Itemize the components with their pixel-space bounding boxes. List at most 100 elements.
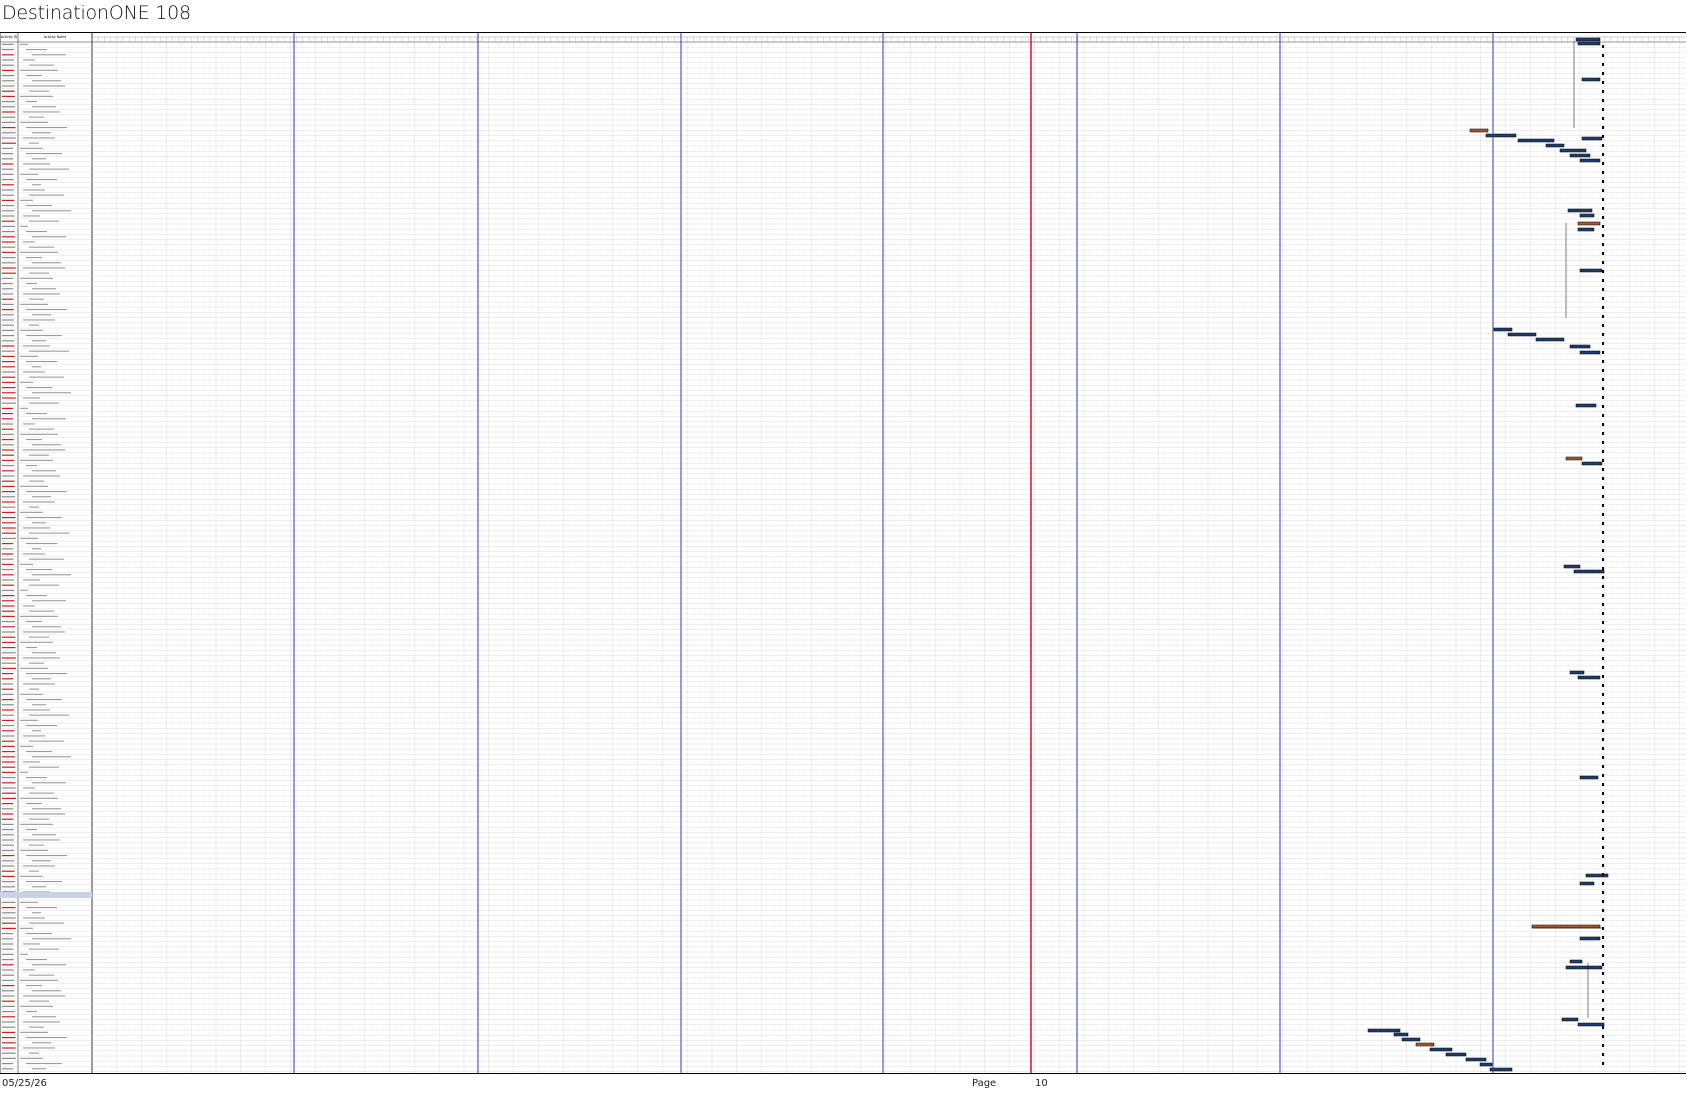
activity-id-cell xyxy=(2,480,15,482)
activity-name-cell xyxy=(26,543,57,545)
activity-name-cell xyxy=(23,839,60,841)
activity-name-cell xyxy=(20,173,38,175)
activity-id-cell xyxy=(2,418,14,420)
page-title: DestinationONE 108 xyxy=(2,2,191,24)
activity-id-cell xyxy=(2,90,15,92)
activity-id-cell xyxy=(2,392,16,394)
activity-name-cell xyxy=(26,777,47,779)
activity-id-cell xyxy=(2,1052,16,1054)
activity-id-cell xyxy=(2,225,15,227)
activity-id-cell xyxy=(2,85,15,87)
activity-name-cell xyxy=(23,449,65,451)
activity-name-cell xyxy=(32,288,56,290)
footer-page-number: 10 xyxy=(1035,1078,1048,1089)
activity-name-cell xyxy=(26,855,67,857)
activity-bar xyxy=(1485,133,1517,138)
activity-name-cell xyxy=(32,210,71,212)
activity-id-cell xyxy=(2,740,15,742)
finish-milestone xyxy=(1602,639,1604,642)
activity-name-cell xyxy=(29,142,39,144)
activity-id-cell xyxy=(2,548,14,550)
activity-name-cell xyxy=(20,849,48,851)
activity-name-cell xyxy=(23,553,45,555)
activity-id-cell xyxy=(2,324,15,326)
activity-bar xyxy=(1429,1047,1453,1052)
activity-id-cell xyxy=(2,132,16,134)
activity-id-cell xyxy=(2,579,14,581)
finish-milestone xyxy=(1602,81,1604,84)
activity-name-cell xyxy=(29,64,54,66)
activity-name-cell xyxy=(29,818,49,820)
finish-milestone xyxy=(1602,1053,1604,1056)
activity-id-cell xyxy=(2,1026,16,1028)
activity-id-cell xyxy=(2,543,14,545)
activity-name-cell xyxy=(26,699,62,701)
activity-name-cell xyxy=(20,1005,53,1007)
finish-milestone xyxy=(1602,549,1604,552)
activity-bar xyxy=(1559,148,1587,153)
activity-name-cell xyxy=(29,766,59,768)
activity-name-cell xyxy=(23,501,55,503)
activity-id-cell xyxy=(2,756,16,758)
finish-milestone xyxy=(1602,522,1604,525)
activity-name-cell xyxy=(29,298,44,300)
finish-milestone xyxy=(1602,117,1604,120)
finish-milestone xyxy=(1602,486,1604,489)
activity-id-cell xyxy=(2,95,15,97)
activity-bar xyxy=(1579,213,1595,218)
gantt-frame: Activity ID Activity Name xyxy=(0,32,1686,1074)
activity-name-cell xyxy=(20,381,33,383)
activity-id-cell xyxy=(2,714,15,716)
activity-name-cell xyxy=(23,189,45,191)
activity-name-cell xyxy=(32,730,41,732)
activity-name-cell xyxy=(23,709,50,711)
activity-name-cell xyxy=(26,491,67,493)
activity-id-cell xyxy=(2,849,15,851)
activity-name-cell xyxy=(23,943,40,945)
activity-name-cell xyxy=(20,1031,48,1033)
activity-name-cell xyxy=(20,1057,43,1059)
activity-id-cell xyxy=(2,1021,16,1023)
activity-name-cell xyxy=(23,735,45,737)
activity-bar xyxy=(1577,41,1601,46)
finish-milestone xyxy=(1602,918,1604,921)
activity-id-cell xyxy=(2,652,16,654)
activity-id-cell xyxy=(2,116,16,118)
finish-milestone xyxy=(1602,801,1604,804)
activity-name-cell xyxy=(20,797,58,799)
activity-name-cell xyxy=(20,719,38,721)
finish-milestone xyxy=(1602,621,1604,624)
activity-id-cell xyxy=(2,54,14,56)
activity-id-cell xyxy=(2,449,14,451)
activity-id-cell xyxy=(2,678,14,680)
activity-id-cell xyxy=(2,974,15,976)
activity-id-cell xyxy=(2,423,14,425)
activity-id-cell xyxy=(2,751,15,753)
activity-id-cell xyxy=(2,870,15,872)
activity-name-cell xyxy=(20,771,28,773)
gantt-chart: Activity ID Activity Name xyxy=(0,33,1686,1073)
activity-id-cell xyxy=(2,709,14,711)
activity-id-cell xyxy=(2,745,15,747)
activity-name-cell xyxy=(32,496,51,498)
activity-id-cell xyxy=(2,527,16,529)
activity-name-cell xyxy=(29,220,59,222)
finish-milestone xyxy=(1602,369,1604,372)
activity-name-cell xyxy=(20,147,43,149)
activity-id-cell xyxy=(2,106,16,108)
activity-name-cell xyxy=(20,641,53,643)
finish-milestone xyxy=(1602,126,1604,129)
activity-name-cell xyxy=(32,392,71,394)
activity-id-cell xyxy=(2,491,15,493)
activity-name-cell xyxy=(23,215,40,217)
activity-id-cell xyxy=(2,927,16,929)
activity-id-cell xyxy=(2,688,14,690)
finish-milestone xyxy=(1602,765,1604,768)
activity-id-cell xyxy=(2,215,15,217)
activity-id-cell xyxy=(2,569,14,571)
activity-bar xyxy=(1565,456,1583,461)
activity-id-cell xyxy=(2,771,16,773)
activity-bar xyxy=(1577,675,1601,680)
activity-id-cell xyxy=(2,766,16,768)
activity-id-cell xyxy=(2,444,14,446)
